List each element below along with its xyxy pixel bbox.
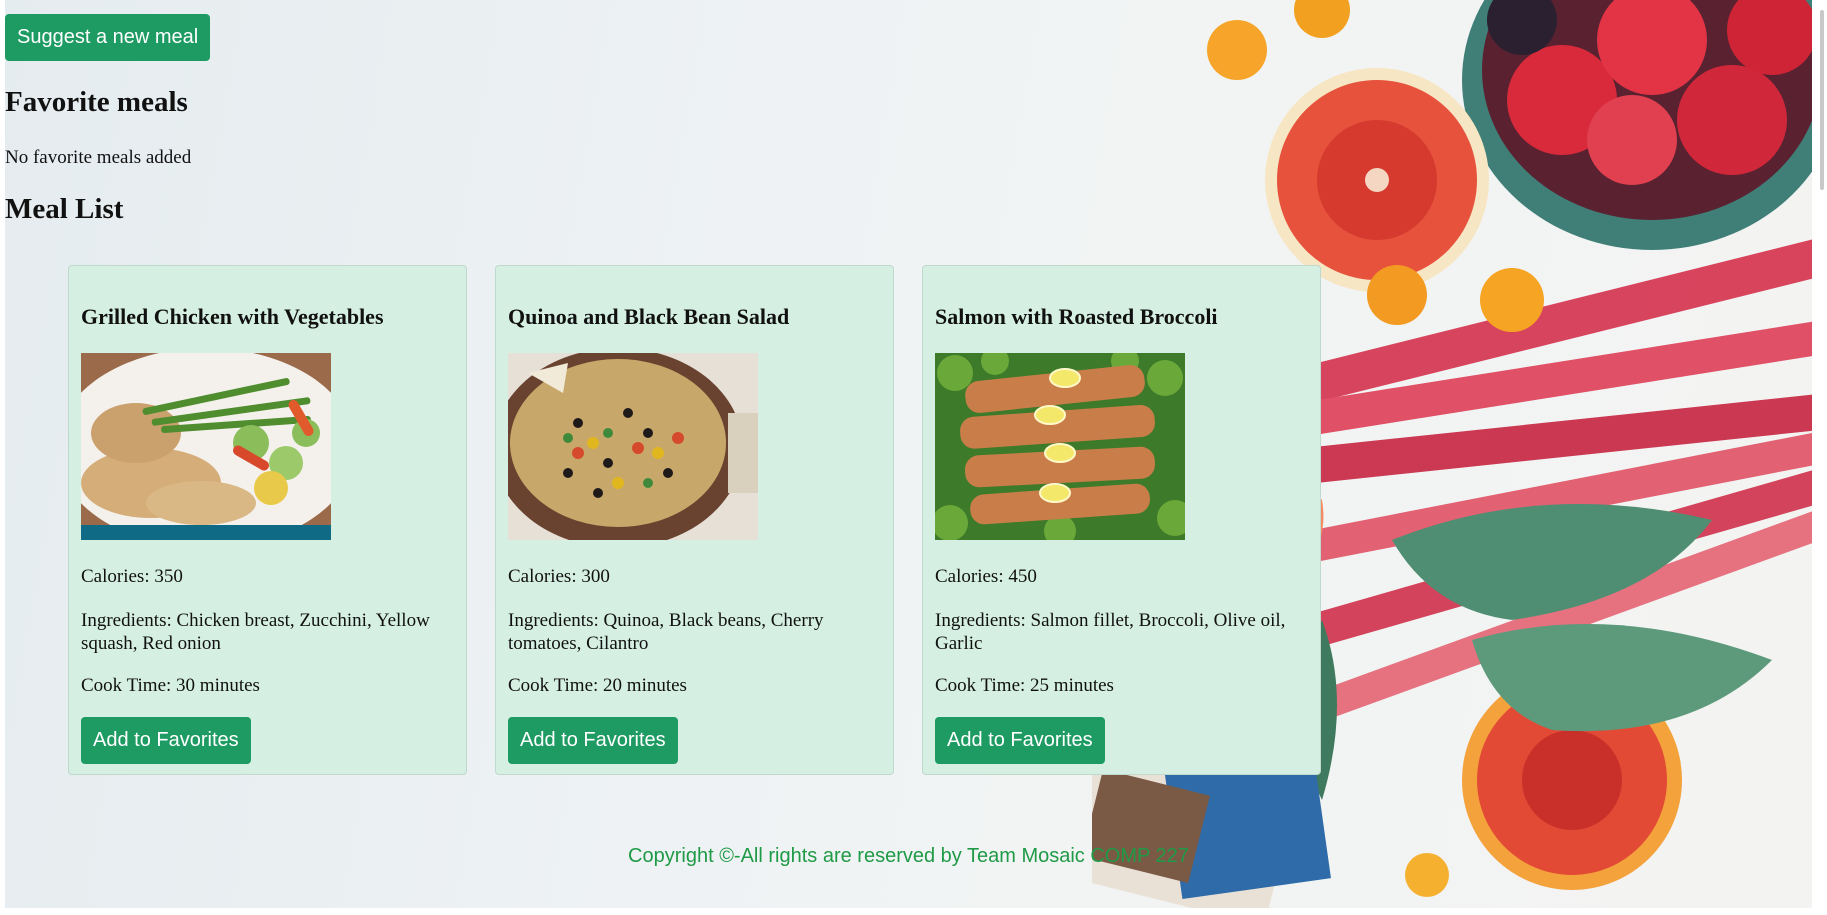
add-to-favorites-button[interactable]: Add to Favorites [935, 717, 1105, 764]
meal-photo-quinoa-salad [508, 353, 758, 540]
meal-calories: Calories: 300 [508, 566, 610, 587]
meal-card: Grilled Chicken with Vegetables Calories… [68, 265, 467, 775]
meal-photo-grilled-chicken [81, 353, 331, 540]
meal-photo-salmon-broccoli [935, 353, 1185, 540]
add-to-favorites-button[interactable]: Add to Favorites [81, 717, 251, 764]
meal-title: Quinoa and Black Bean Salad [508, 304, 790, 329]
scrollbar[interactable] [1815, 0, 1827, 915]
suggest-meal-button[interactable]: Suggest a new meal [5, 14, 211, 61]
meal-cook-time: Cook Time: 25 minutes [935, 675, 1114, 696]
meal-card: Quinoa and Black Bean Salad Calories: 30… [495, 265, 894, 775]
meal-ingredients: Ingredients: Quinoa, Black beans, Cherry… [508, 610, 824, 654]
meal-calories: Calories: 450 [935, 566, 1037, 587]
strawberry-bowl [1462, 0, 1812, 250]
favorites-empty-text: No favorite meals added [5, 147, 192, 168]
meal-calories: Calories: 350 [81, 566, 183, 587]
meal-cook-time: Cook Time: 30 minutes [81, 675, 260, 696]
add-to-favorites-button[interactable]: Add to Favorites [508, 717, 678, 764]
meal-ingredients: Ingredients: Salmon fillet, Broccoli, Ol… [935, 610, 1286, 654]
meal-list-heading: Meal List [5, 193, 124, 225]
meal-title: Salmon with Roasted Broccoli [935, 304, 1218, 329]
meal-ingredients: Ingredients: Chicken breast, Zucchini, Y… [81, 610, 430, 654]
blood-orange-slice-top [1265, 68, 1489, 292]
meal-cook-time: Cook Time: 20 minutes [508, 675, 687, 696]
scrollbar-thumb[interactable] [1820, 10, 1824, 190]
favorites-heading: Favorite meals [5, 86, 188, 118]
page: Suggest a new meal Favorite meals No fav… [5, 0, 1812, 908]
footer-copyright: Copyright ©-All rights are reserved by T… [628, 845, 1189, 867]
meal-title: Grilled Chicken with Vegetables [81, 304, 384, 329]
meal-card: Salmon with Roasted Broccoli Calories: 4… [922, 265, 1321, 775]
